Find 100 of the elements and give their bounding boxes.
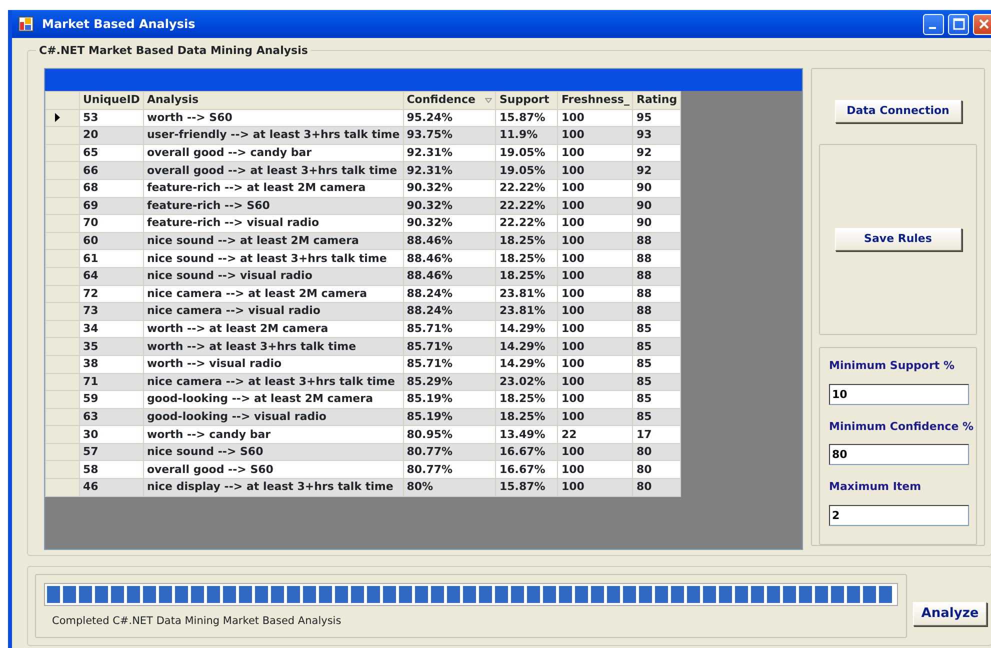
close-button[interactable] [973, 14, 991, 34]
table-cell: 90 [632, 197, 681, 215]
table-cell: 71 [80, 373, 144, 391]
table-cell: 70 [80, 214, 144, 232]
table-cell: 90.32% [403, 179, 496, 198]
table-cell: 100 [558, 197, 633, 215]
table-cell: 88.24% [403, 302, 496, 320]
table-cell: 22 [558, 426, 633, 444]
column-header[interactable]: UniqueID [80, 92, 144, 110]
table-cell: 85 [632, 320, 681, 338]
table-cell: 65 [80, 144, 144, 162]
data-connection-button[interactable]: Data Connection [834, 100, 962, 123]
table-cell: worth --> candy bar [143, 426, 404, 444]
table-cell: 30 [80, 426, 144, 444]
field-label: Maximum Item [829, 479, 922, 495]
table-cell: worth --> at least 2M camera [143, 320, 404, 338]
column-header[interactable]: Analysis [143, 92, 404, 110]
minimize-button[interactable] [923, 14, 944, 34]
table-cell: 69 [80, 197, 144, 215]
table-cell: 85.19% [403, 390, 496, 408]
table-cell: 18.25% [496, 267, 558, 286]
table-cell: 88.24% [403, 285, 496, 303]
table-cell: nice sound --> at least 3+hrs talk time [143, 250, 404, 268]
table-cell: 85 [632, 355, 681, 373]
table-cell: 80 [632, 478, 681, 496]
input-field[interactable]: 10 [829, 384, 969, 404]
table-cell: 85.71% [403, 355, 496, 373]
table-cell: 90.32% [403, 197, 496, 215]
close-icon [978, 19, 988, 29]
table-cell: 100 [558, 214, 633, 232]
window-title: Market Based Analysis [42, 16, 196, 33]
analyze-button[interactable]: Analyze [913, 602, 987, 626]
table-cell: 85.71% [403, 320, 496, 338]
table-cell: 19.05% [496, 162, 558, 180]
app-icon [18, 16, 34, 32]
table-cell: 100 [558, 443, 633, 461]
table-cell: nice camera --> at least 3+hrs talk time [143, 373, 404, 391]
table-cell: 61 [80, 250, 144, 268]
table-cell: 100 [558, 126, 633, 144]
table-cell: 100 [558, 302, 633, 320]
column-header[interactable]: Rating [632, 92, 681, 110]
table-cell: 100 [558, 162, 633, 180]
table-cell: 100 [558, 338, 633, 356]
table-cell: 88 [632, 250, 681, 268]
table-cell: 15.87% [496, 478, 558, 496]
table-cell: 95 [632, 109, 681, 127]
table-cell: 100 [558, 373, 633, 391]
group-title: C#.NET Market Based Data Mining Analysis [36, 43, 311, 60]
table-cell: 100 [558, 320, 633, 338]
table-cell: 66 [80, 162, 144, 180]
table-cell: 90.32% [403, 214, 496, 232]
save-rules-button[interactable]: Save Rules [834, 228, 962, 251]
table-cell: 80.77% [403, 460, 496, 479]
row-header[interactable] [46, 109, 80, 127]
table-cell: 100 [558, 109, 633, 127]
table-cell: 16.67% [496, 460, 558, 479]
table-cell: 85.29% [403, 373, 496, 391]
table-cell: good-looking --> visual radio [143, 408, 404, 426]
column-header[interactable]: Support [496, 92, 558, 110]
table-cell: 14.29% [496, 338, 558, 356]
table-cell: 100 [558, 250, 633, 268]
table-cell: 92.31% [403, 162, 496, 180]
table-cell: 46 [80, 478, 144, 496]
table-cell: 17 [632, 426, 681, 444]
table-cell: 73 [80, 302, 144, 320]
table-cell: 16.67% [496, 443, 558, 461]
input-field[interactable]: 2 [829, 504, 969, 526]
table-cell: 68 [80, 179, 144, 198]
input-field[interactable]: 80 [829, 444, 969, 465]
table-cell: worth --> visual radio [143, 355, 404, 373]
column-header[interactable]: Confidence [403, 92, 496, 110]
table-cell: 14.29% [496, 355, 558, 373]
table-cell: 14.29% [496, 320, 558, 338]
table-cell: 80.95% [403, 426, 496, 444]
table-cell: 85 [632, 408, 681, 426]
table-cell: 90 [632, 214, 681, 232]
table-cell: 88 [632, 267, 681, 286]
table-cell: 18.25% [496, 390, 558, 408]
table-cell: nice display --> at least 3+hrs talk time [143, 478, 404, 496]
table-cell: 100 [558, 232, 633, 250]
sort-icon [485, 98, 492, 103]
table-cell: feature-rich --> at least 2M camera [143, 179, 404, 198]
maximize-button[interactable] [948, 14, 969, 34]
table-cell: 64 [80, 267, 144, 286]
table-cell: 100 [558, 267, 633, 286]
table-cell: 60 [80, 232, 144, 250]
table-cell: worth --> S60 [143, 109, 404, 127]
column-header[interactable]: Freshness_ [558, 92, 633, 110]
table-cell: 88 [632, 302, 681, 320]
table-cell: 18.25% [496, 250, 558, 268]
table-cell: 18.25% [496, 408, 558, 426]
table-cell: 80.77% [403, 443, 496, 461]
table-cell: 92 [632, 162, 681, 180]
table-cell: 23.02% [496, 373, 558, 391]
table-cell: 100 [558, 478, 633, 496]
table-cell: 100 [558, 179, 633, 198]
table-cell: 93 [632, 126, 681, 144]
table-cell: 15.87% [496, 109, 558, 127]
minimize-icon [928, 27, 936, 29]
table-cell: worth --> at least 3+hrs talk time [143, 338, 404, 356]
